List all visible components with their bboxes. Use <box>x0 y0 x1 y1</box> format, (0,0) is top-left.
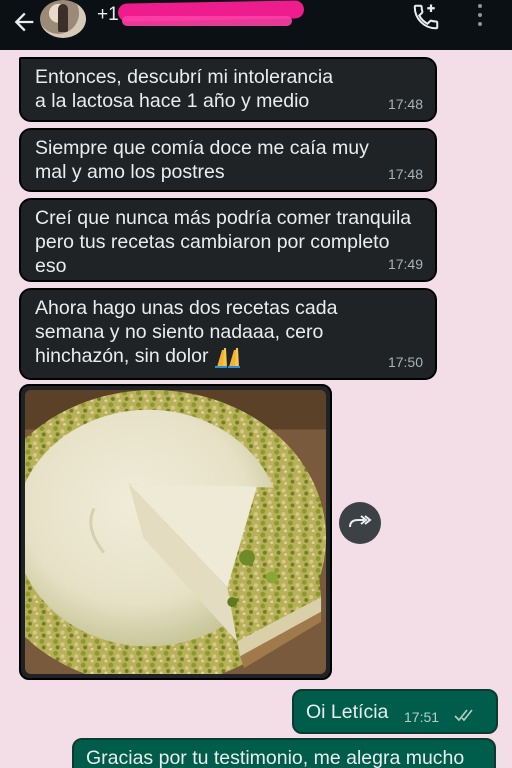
forward-icon <box>349 515 372 531</box>
image-message[interactable] <box>19 384 332 680</box>
redacted-contact-name-stroke <box>122 16 292 26</box>
message-text: Ahora hago unas dos recetas cada semana … <box>35 296 421 368</box>
forward-button[interactable] <box>339 502 381 544</box>
cheesecake-photo <box>25 390 326 674</box>
message-text-part: Ahora hago unas dos recetas cada semana … <box>35 297 338 367</box>
message-text: Gracias por tu testimonio, me alegra muc… <box>86 747 465 768</box>
message-text: Siempre que comía doce me caía muy mal y… <box>35 137 369 183</box>
more-options-icon[interactable] <box>474 4 486 30</box>
outgoing-message[interactable]: Oi Letícia 17:51 <box>292 689 498 734</box>
read-receipt-icon <box>454 709 473 722</box>
back-arrow-icon[interactable] <box>10 8 38 36</box>
message-time: 17:49 <box>387 256 423 272</box>
chat-header: +1 <box>0 0 512 50</box>
incoming-message[interactable]: Entonces, descubrí mi intolerancia a la … <box>19 57 437 122</box>
message-text: Entonces, descubrí mi intolerancia a la … <box>35 66 334 112</box>
folded-hands-emoji-icon <box>214 347 240 368</box>
incoming-message[interactable]: Ahora hago unas dos recetas cada semana … <box>19 288 437 380</box>
message-time: 17:48 <box>387 96 423 112</box>
avatar[interactable] <box>40 0 86 38</box>
message-time: 17:48 <box>387 166 423 182</box>
incoming-message[interactable]: Siempre que comía doce me caía muy mal y… <box>19 128 437 192</box>
incoming-message[interactable]: Creí que nunca más podría comer tranquil… <box>19 198 437 282</box>
message-text: Creí que nunca más podría comer tranquil… <box>35 207 412 277</box>
message-time: 17:51 <box>404 709 440 725</box>
outgoing-message[interactable]: Gracias por tu testimonio, me alegra muc… <box>72 738 496 768</box>
participant-count[interactable]: +1 <box>97 4 119 26</box>
add-call-icon[interactable] <box>411 2 441 32</box>
message-time: 17:50 <box>387 354 423 370</box>
message-text: Oi Letícia <box>306 701 389 723</box>
